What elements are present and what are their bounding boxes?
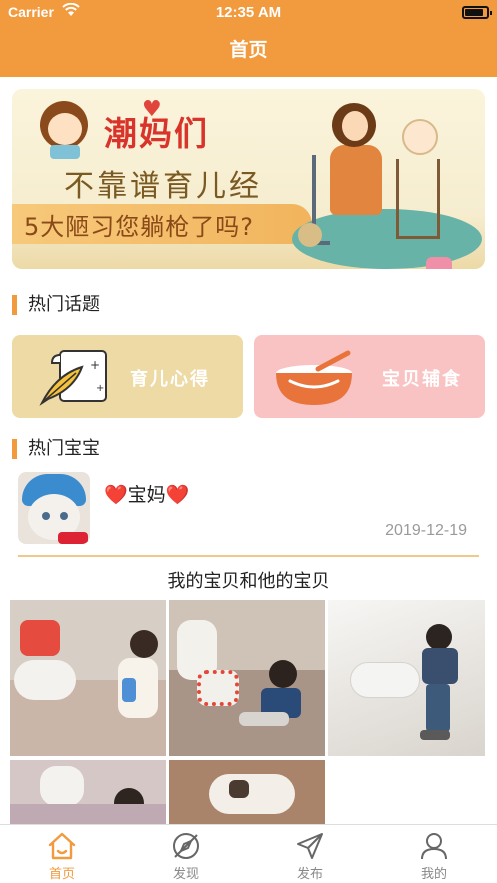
send-icon <box>295 831 325 861</box>
topic-label-baby-food: 宝贝辅食 <box>382 369 462 390</box>
tab-label: 发现 <box>172 867 199 882</box>
svg-text:+: + <box>90 358 100 372</box>
topic-card-baby-food[interactable]: 宝贝辅食 <box>254 335 485 418</box>
section-marker <box>12 439 17 459</box>
section-marker <box>12 295 17 315</box>
child-illustration <box>426 257 452 269</box>
tab-profile[interactable]: 我的 <box>372 825 496 883</box>
baby-post[interactable]: ❤️宝妈❤️ 2019-12-19 <box>0 470 497 556</box>
album-photo[interactable] <box>169 760 325 824</box>
cat-illustration <box>298 223 322 247</box>
album-photo[interactable] <box>10 600 166 756</box>
avatar[interactable] <box>18 472 90 544</box>
banner-subtitle: 不靠谱育儿经 <box>64 169 262 204</box>
promo-banner[interactable]: ♥ 潮妈们 不靠谱育儿经 5大陋习您躺枪了吗? <box>12 89 485 269</box>
status-bar: Carrier 12:35 AM <box>0 0 497 26</box>
tab-home[interactable]: 首页 <box>0 825 124 883</box>
hot-topics-heading: 热门话题 <box>12 294 100 316</box>
album-photo[interactable] <box>169 600 325 756</box>
album-photo[interactable] <box>328 600 485 756</box>
battery-icon <box>462 6 492 19</box>
bowl-icon <box>274 349 354 411</box>
mother-illustration <box>330 145 382 215</box>
tab-label: 我的 <box>420 867 447 882</box>
scroll-quill-icon: + + <box>38 345 118 413</box>
banner-brand: 潮妈们 <box>104 114 209 153</box>
clock: 12:35 AM <box>215 4 282 21</box>
topic-label-parenting: 育儿心得 <box>130 369 210 390</box>
svg-text:+: + <box>96 383 104 394</box>
page-title: 首页 <box>229 39 268 61</box>
user-icon <box>419 831 449 861</box>
tab-bar: 首页 发现 发布 我的 <box>0 824 497 883</box>
compass-icon <box>171 831 201 861</box>
nav-bar: 首页 <box>0 26 497 77</box>
tab-label: 首页 <box>48 867 75 882</box>
home-icon <box>47 831 77 861</box>
album-title: 我的宝贝和他的宝贝 <box>167 571 330 592</box>
hot-babies-heading: 热门宝宝 <box>12 438 100 460</box>
tab-discover[interactable]: 发现 <box>124 825 248 883</box>
banner-tagline: 5大陋习您躺枪了吗? <box>24 213 255 241</box>
tab-publish[interactable]: 发布 <box>248 825 372 883</box>
album-photo[interactable] <box>10 760 166 824</box>
topic-card-parenting[interactable]: + + 育儿心得 <box>12 335 243 418</box>
post-date: 2019-12-19 <box>385 522 467 539</box>
post-author: ❤️宝妈❤️ <box>104 484 190 506</box>
divider <box>18 555 479 557</box>
tab-label: 发布 <box>296 867 323 882</box>
highchair-illustration <box>396 159 440 239</box>
baby-illustration <box>402 119 438 155</box>
